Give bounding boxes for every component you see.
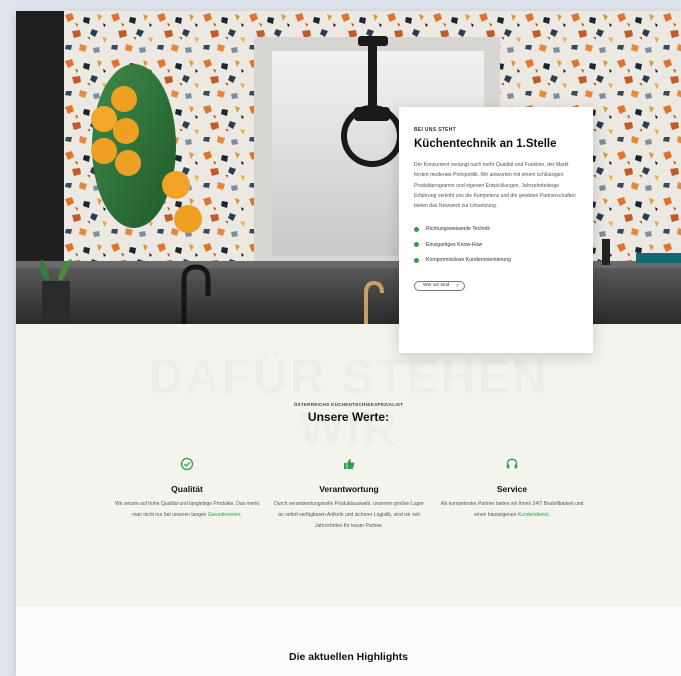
background-watermark-line1: DAFÜR STEHEN [148, 351, 549, 404]
card-bullet-list: Richtungsweisende Technik Einzigartiges … [414, 221, 577, 268]
check-circle-icon [112, 457, 262, 471]
value-title: Qualität [171, 484, 203, 494]
value-title: Verantwortung [319, 484, 379, 494]
values-title: Unsere Werte: [307, 410, 390, 424]
about-us-button-label: Wer wir sind [423, 283, 450, 289]
card-eyebrow: BEI UNS STEHT [414, 127, 456, 133]
value-text: Durch verantwortungsvolle Produktauswahl… [274, 501, 424, 529]
value-column-quality: Qualität Wir setzen auf hohe Qualität un… [112, 457, 262, 521]
warranty-link[interactable]: Garantiezeiten [208, 512, 241, 518]
thumbs-up-icon [274, 457, 424, 471]
list-item: Kompromisslose Kundenorientierung [414, 252, 577, 268]
values-kicker: ÖSTERREICHS KÜCHENTECHNIKSPEZIALIST [293, 402, 404, 407]
bullet-dot-icon [414, 242, 419, 248]
about-us-button[interactable]: Wer wir sind › [414, 280, 466, 291]
headset-icon [437, 457, 587, 471]
value-text: Als kompetenter Partner bieten wir Ihnen… [440, 501, 584, 518]
value-column-responsibility: Verantwortung Durch verantwortungsvolle … [274, 457, 424, 532]
value-title: Service [496, 484, 528, 494]
bullet-dot-icon [414, 226, 419, 232]
list-item: Einzigartiges Know-How [414, 237, 577, 253]
bullet-dot-icon [414, 257, 419, 263]
value-text: Wir setzen auf hohe Qualität und langleb… [115, 501, 259, 518]
values-section: DAFÜR STEHEN WIR ÖSTERREICHS KÜCHENTECHN… [16, 324, 681, 607]
web-page: DAFÜR STEHEN WIR ÖSTERREICHS KÜCHENTECHN… [16, 11, 681, 676]
info-card: BEI UNS STEHT Küchentechnik an 1.Stelle … [399, 107, 593, 353]
highlights-section: Die aktuellen Highlights [16, 607, 681, 676]
card-title: Küchentechnik an 1.Stelle [414, 138, 557, 150]
list-item: Richtungsweisende Technik [414, 221, 577, 237]
chevron-right-icon: › [456, 282, 459, 289]
highlights-title: Die aktuellen Highlights [288, 651, 409, 663]
customer-service-link[interactable]: Kundendienst [518, 512, 549, 518]
value-column-service: Service Als kompetenter Partner bieten w… [437, 457, 587, 521]
card-body: Der Konsument verlangt nach mehr Qualitä… [414, 162, 576, 210]
